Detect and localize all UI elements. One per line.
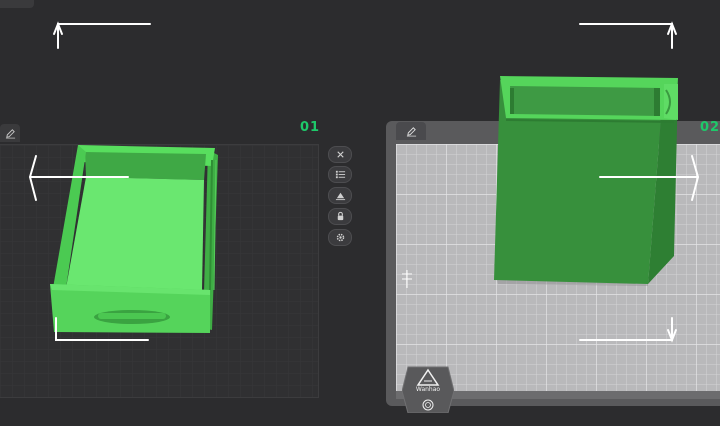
camera-frame-overlay [28, 21, 700, 343]
frame-corner-bottom-left [55, 317, 149, 341]
frame-corner-top-right [579, 23, 673, 49]
frame-corner-bottom-right [579, 317, 673, 341]
frame-corner-top-left [57, 23, 151, 49]
